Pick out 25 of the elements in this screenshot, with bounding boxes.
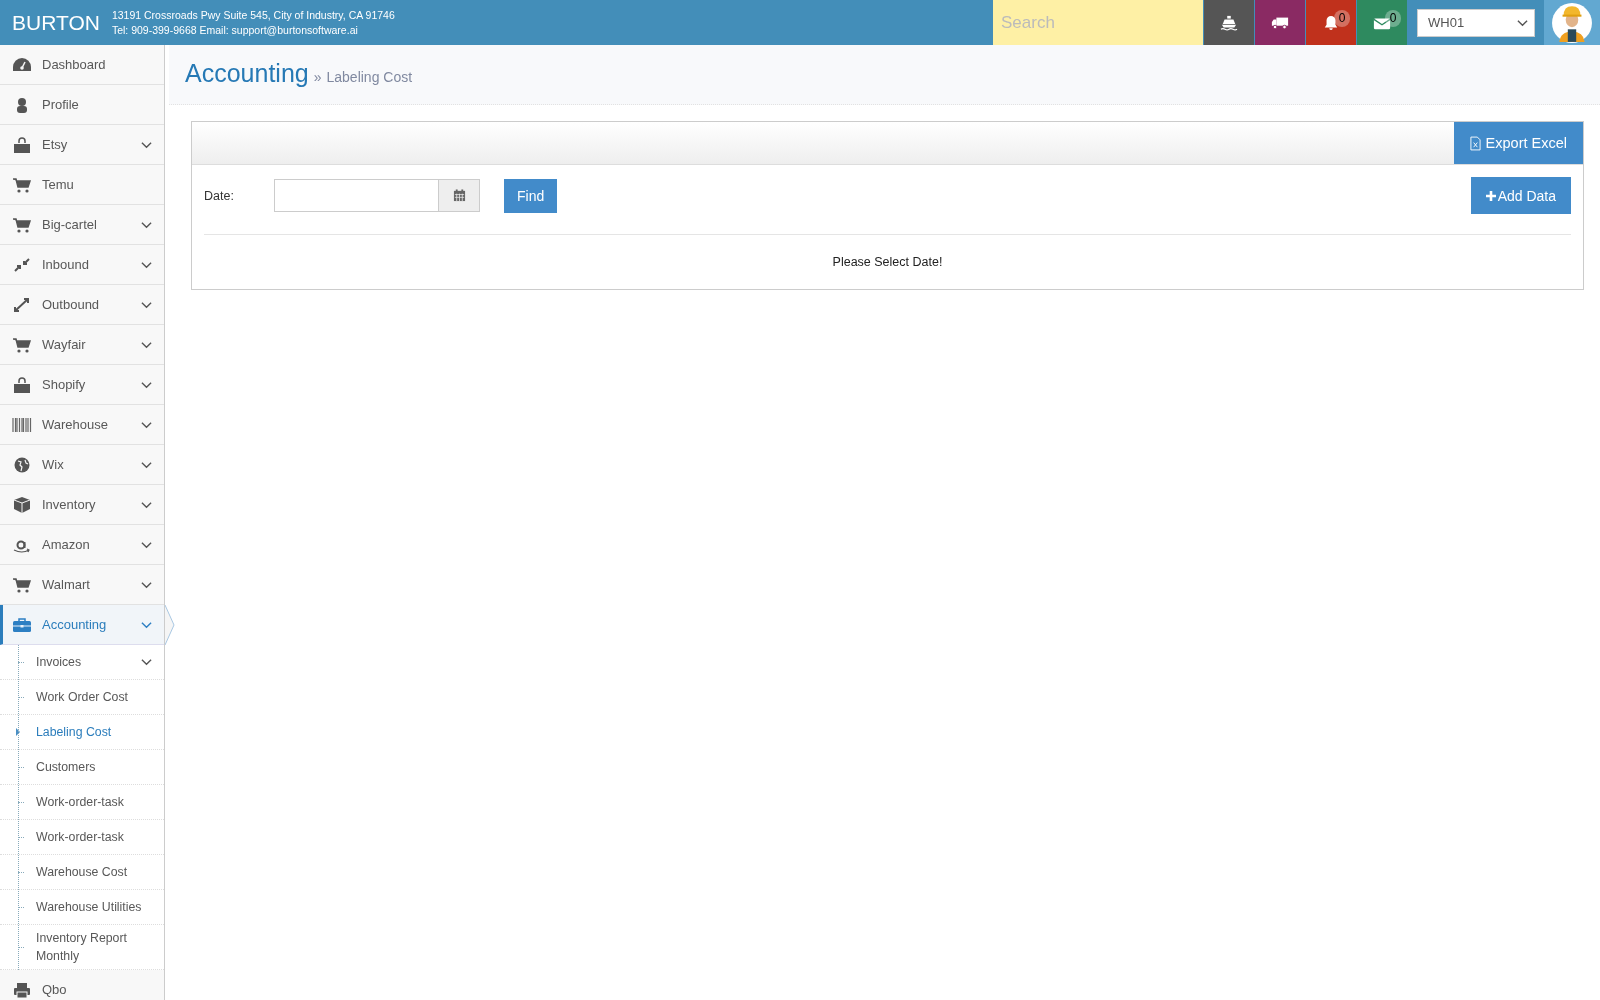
- company-contact: Tel: 909-399-9668 Email: support@burtonsoftware.ai: [111, 22, 358, 38]
- page-title: Accounting: [185, 59, 309, 88]
- submenu-item[interactable]: Customers: [0, 750, 164, 785]
- add-data-button[interactable]: Add Data: [1470, 177, 1571, 214]
- toolbar-button[interactable]: 0: [1357, 0, 1407, 45]
- submenu-item[interactable]: Warehouse Cost: [0, 855, 164, 890]
- empty-message: Please Select Date!: [831, 255, 944, 269]
- breadcrumb-separator: »: [313, 69, 322, 85]
- submenu-item[interactable]: Invoices: [0, 645, 164, 680]
- submenu-item[interactable]: Labeling Cost: [0, 715, 164, 750]
- brand-name: BURTON: [11, 10, 101, 35]
- toolbar-button[interactable]: 0: [1306, 0, 1356, 45]
- submenu-item[interactable]: Work Order Cost: [0, 680, 164, 715]
- count-badge: 0: [1385, 10, 1401, 27]
- search-field[interactable]: Search: [993, 0, 1203, 45]
- company-address: 13191 Crossroads Pwy Suite 545, City of Industry, CA 91746: [111, 7, 395, 23]
- find-button[interactable]: Find: [504, 178, 558, 213]
- submenu-item[interactable]: Work-order-task: [0, 785, 164, 820]
- count-badge: 0: [1334, 10, 1350, 27]
- page-subtitle: Labeling Cost: [326, 69, 413, 85]
- export-excel-button[interactable]: Export Excel: [1453, 122, 1583, 164]
- warehouse-select[interactable]: WH01: [1417, 8, 1535, 37]
- date-label: Date:: [204, 188, 235, 203]
- submenu-item[interactable]: Work-order-task: [0, 820, 164, 855]
- submenu-item[interactable]: Warehouse Utilities: [0, 890, 164, 925]
